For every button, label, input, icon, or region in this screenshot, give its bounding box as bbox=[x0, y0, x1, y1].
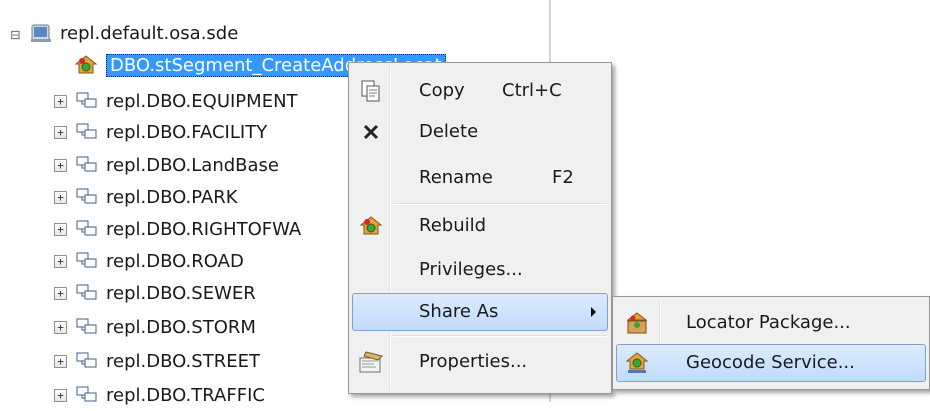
tree-item-sewer[interactable]: + repl.DBO.SEWER bbox=[54, 278, 256, 308]
feature-dataset-icon bbox=[75, 121, 99, 143]
tree-item-park[interactable]: + repl.DBO.PARK bbox=[54, 182, 238, 212]
expand-icon[interactable]: + bbox=[54, 286, 67, 300]
tree-item-facility[interactable]: + repl.DBO.FACILITY bbox=[54, 117, 267, 147]
expand-icon[interactable]: + bbox=[54, 354, 67, 368]
expand-icon[interactable]: + bbox=[54, 190, 67, 204]
menu-item-shortcut: F2 bbox=[552, 167, 574, 188]
menu-item-privileges[interactable]: Privileges... bbox=[352, 251, 608, 289]
database-icon bbox=[29, 22, 53, 44]
feature-dataset-icon bbox=[75, 350, 99, 372]
tree-item-street[interactable]: + repl.DBO.STREET bbox=[54, 346, 260, 376]
tree-root-node[interactable]: ⊟ repl.default.osa.sde bbox=[10, 18, 239, 48]
share-as-submenu: Locator Package... Geocode Service... bbox=[612, 296, 930, 390]
expand-icon[interactable]: + bbox=[54, 388, 67, 402]
feature-dataset-icon bbox=[75, 282, 99, 304]
tree-root-label: repl.default.osa.sde bbox=[60, 22, 239, 44]
menu-item-label: Rename bbox=[419, 167, 493, 188]
tree-item-label: repl.DBO.STREET bbox=[106, 350, 260, 372]
expand-icon[interactable]: + bbox=[54, 158, 67, 172]
tree-item-equipment[interactable]: + repl.DBO.EQUIPMENT bbox=[54, 86, 298, 116]
menu-separator bbox=[393, 335, 607, 337]
menu-item-rebuild[interactable]: Rebuild bbox=[352, 207, 608, 245]
menu-separator bbox=[393, 203, 607, 205]
menu-item-label: Delete bbox=[419, 121, 479, 142]
tree-item-landbase[interactable]: + repl.DBO.LandBase bbox=[54, 150, 279, 180]
expand-icon[interactable]: + bbox=[54, 320, 67, 334]
menu-item-label: Rebuild bbox=[419, 215, 487, 236]
tree-item-traffic[interactable]: + repl.DBO.TRAFFIC bbox=[54, 380, 265, 410]
menu-item-label: Share As bbox=[419, 301, 499, 322]
menu-item-label: Geocode Service... bbox=[686, 352, 855, 373]
menu-item-copy[interactable]: Copy Ctrl+C bbox=[352, 72, 608, 110]
properties-icon bbox=[358, 349, 384, 375]
tree-item-label: repl.DBO.LandBase bbox=[106, 154, 280, 176]
submenu-arrow-icon bbox=[591, 307, 596, 317]
menu-item-rename[interactable]: Rename F2 bbox=[352, 159, 608, 197]
tree-item-label: repl.DBO.RIGHTOFWA bbox=[106, 218, 302, 240]
locator-package-icon bbox=[624, 310, 650, 336]
context-menu: Copy Ctrl+C Delete Rename F2 Rebuild Pri… bbox=[348, 62, 612, 394]
menu-item-label: Copy bbox=[419, 80, 465, 101]
menu-item-label: Properties... bbox=[419, 351, 528, 372]
tree-item-storm[interactable]: + repl.DBO.STORM bbox=[54, 312, 256, 342]
delete-x-icon bbox=[358, 119, 384, 145]
menu-item-label: Locator Package... bbox=[686, 312, 851, 333]
menu-item-delete[interactable]: Delete bbox=[352, 113, 608, 151]
tree-item-label: repl.DBO.STORM bbox=[106, 316, 256, 338]
tree-item-label: repl.DBO.EQUIPMENT bbox=[106, 90, 298, 112]
expand-icon[interactable]: + bbox=[54, 125, 67, 139]
feature-dataset-icon bbox=[75, 316, 99, 338]
feature-dataset-icon bbox=[75, 186, 99, 208]
tree-item-label: repl.DBO.FACILITY bbox=[106, 121, 268, 143]
address-locator-icon bbox=[74, 54, 98, 76]
menu-item-label: Privileges... bbox=[419, 259, 523, 280]
expand-icon[interactable]: + bbox=[54, 222, 67, 236]
tree-item-label: repl.DBO.SEWER bbox=[106, 282, 256, 304]
menu-item-geocode-service[interactable]: Geocode Service... bbox=[616, 344, 926, 382]
feature-dataset-icon bbox=[75, 250, 99, 272]
rebuild-locator-icon bbox=[358, 213, 384, 239]
feature-dataset-icon bbox=[75, 218, 99, 240]
menu-item-properties[interactable]: Properties... bbox=[352, 343, 608, 381]
expand-icon[interactable]: + bbox=[54, 254, 67, 268]
menu-item-share-as[interactable]: Share As bbox=[352, 293, 608, 331]
geocode-service-icon bbox=[624, 350, 650, 376]
feature-dataset-icon bbox=[75, 384, 99, 406]
feature-dataset-icon bbox=[75, 90, 99, 112]
tree-item-label: repl.DBO.PARK bbox=[106, 186, 238, 208]
feature-dataset-icon bbox=[75, 154, 99, 176]
tree-item-label: repl.DBO.ROAD bbox=[106, 250, 244, 272]
copy-icon bbox=[358, 78, 384, 104]
menu-item-shortcut: Ctrl+C bbox=[502, 80, 562, 101]
tree-item-rightofway[interactable]: + repl.DBO.RIGHTOFWA bbox=[54, 214, 301, 244]
tree-item-label: repl.DBO.TRAFFIC bbox=[106, 384, 265, 406]
collapse-icon[interactable]: ⊟ bbox=[10, 26, 21, 42]
tree-item-road[interactable]: + repl.DBO.ROAD bbox=[54, 246, 244, 276]
menu-item-locator-package[interactable]: Locator Package... bbox=[616, 304, 926, 342]
expand-icon[interactable]: + bbox=[54, 94, 67, 108]
